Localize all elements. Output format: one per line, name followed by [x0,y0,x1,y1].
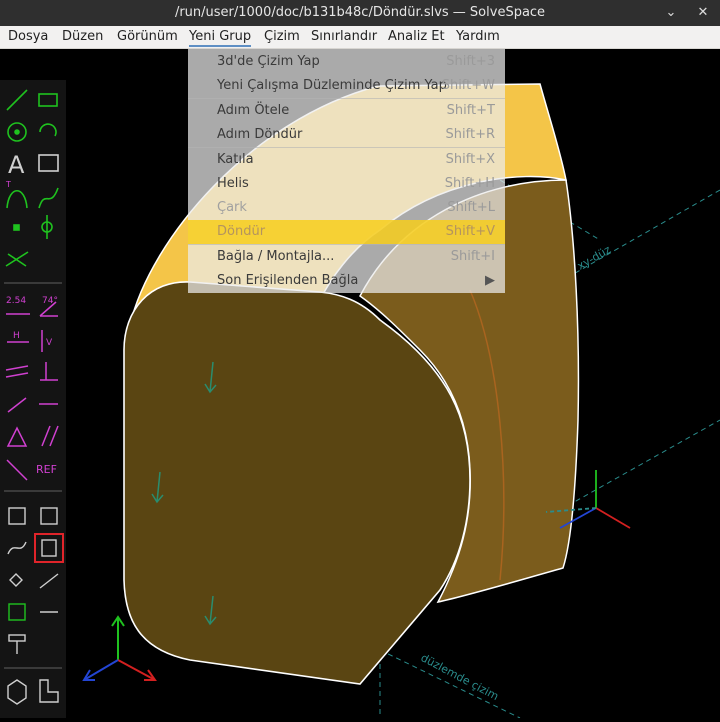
menu-bar: Dosya Düzen Görünüm Yeni Grup Çizim Sını… [0,26,720,49]
tangent-arc-icon[interactable] [6,189,28,209]
menu-file[interactable]: Dosya [8,29,48,44]
close-icon[interactable]: ✕ [694,4,712,22]
revolve-icon[interactable] [41,539,57,557]
menu-item-step-translate[interactable]: Adım Ötele Shift+T [188,99,505,123]
extrude-icon[interactable] [8,507,26,525]
reference-icon[interactable]: REF [36,463,57,476]
menu-item-revolve[interactable]: Döndür Shift+V [188,220,505,244]
title-bar: /run/user/1000/doc/b131b48c/Döndür.slvs … [0,0,720,26]
l-shape-icon[interactable] [39,679,59,703]
spline-icon[interactable] [38,187,59,209]
arc-icon[interactable] [39,123,57,137]
parallel-icon[interactable] [5,365,29,371]
line-icon[interactable] [6,89,28,111]
step-rotate-icon[interactable] [39,573,59,589]
helix-icon[interactable] [7,541,27,555]
menu-constrain[interactable]: Sınırlandır [311,29,377,44]
mirror-icon[interactable] [8,634,26,642]
equal-icon[interactable] [6,426,28,447]
rectangle-icon[interactable] [38,93,58,107]
lathe-icon[interactable] [40,507,58,525]
tangent-arc-label: T [5,180,11,189]
tool-palette: A T 2.54 74° H V REF [0,80,66,718]
menu-item-lathe: Çark Shift+L [217,200,495,215]
other-supplementary-icon[interactable] [6,459,28,481]
window-title: /run/user/1000/doc/b131b48c/Döndür.slvs … [174,5,546,20]
angle-label: 74° [42,296,58,306]
section-icon[interactable] [8,603,26,621]
new-group-menu: 3d'de Çizim Yap Shift+3 Yeni Çalışma Düz… [188,49,505,293]
text-icon[interactable]: A [8,151,25,179]
menu-item-helix[interactable]: Helis Shift+H [188,172,505,196]
menu-item-link-recent[interactable]: Son Erişilenden Bağla ▶ [188,269,505,293]
same-orientation-icon[interactable] [41,425,51,447]
menu-item-sketch-3d[interactable]: 3d'de Çizim Yap Shift+3 [188,50,505,74]
solid-icon[interactable] [7,679,27,705]
point-icon[interactable] [13,224,20,231]
menu-item-extrude[interactable]: Katıla Shift+X [188,148,505,172]
point-on-line-icon[interactable] [7,397,27,413]
vertical-label: V [46,338,53,348]
triangle-right-icon: ▶ [485,273,495,288]
image-icon[interactable] [38,154,59,172]
chevron-down-icon[interactable]: ⌄ [662,4,680,22]
menu-item-link-assemble[interactable]: Bağla / Montajla... Shift+I [188,245,505,269]
menu-item-step-rotate[interactable]: Adım Döndür Shift+R [188,123,505,147]
horizontal-label: H [13,331,20,341]
menu-edit[interactable]: Düzen [62,29,103,44]
menu-sketch[interactable]: Çizim [264,29,300,44]
selected-tool-highlight [34,533,64,563]
menu-help[interactable]: Yardım [456,29,500,44]
menu-view[interactable]: Görünüm [117,29,178,44]
step-translate-icon[interactable] [9,573,23,587]
dimension-label: 2.54 [6,296,26,306]
menu-new-group[interactable]: Yeni Grup [189,29,252,47]
menu-item-sketch-new-workplane[interactable]: Yeni Çalışma Düzleminde Çizim Yap Shift+… [188,74,505,98]
menu-analyze[interactable]: Analiz Et [388,29,445,44]
